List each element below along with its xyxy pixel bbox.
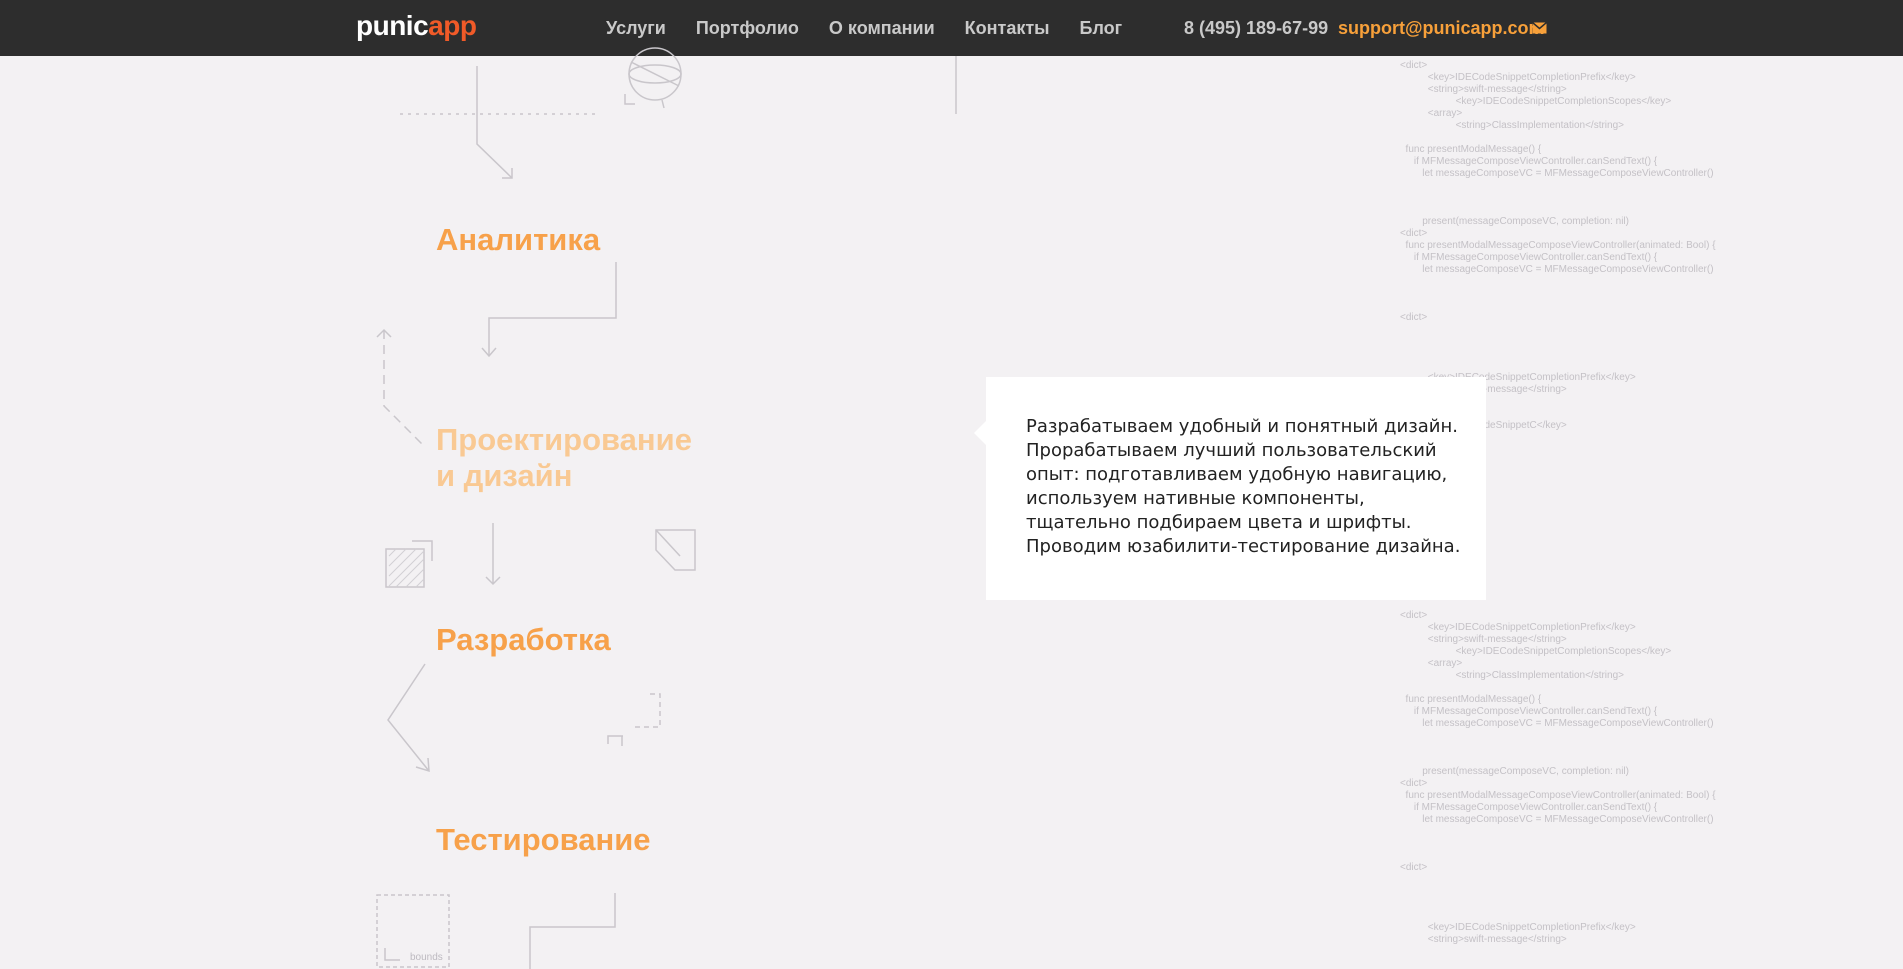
code-line: <string>swift-message</string>: [1400, 934, 1567, 945]
nav-link-portfolio[interactable]: Портфолио: [696, 18, 799, 39]
code-line: <key>IDECodeSnippetCompletionPrefix</key…: [1400, 922, 1636, 933]
code-line: present(messageComposeVC, completion: ni…: [1400, 216, 1629, 227]
code-line: <key>IDECodeSnippetCompletionPrefix</key…: [1400, 622, 1636, 633]
step-testing-label: Тестирование: [436, 822, 651, 857]
code-line: let messageComposeVC = MFMessageComposeV…: [1400, 264, 1714, 275]
step-testing[interactable]: Тестирование: [436, 822, 651, 858]
envelope-icon[interactable]: [1532, 22, 1547, 34]
code-line: <dict>: [1400, 778, 1428, 789]
description-line: тщательно подбираем цвета и шрифты.: [1026, 512, 1412, 533]
description-line: используем нативные компоненты,: [1026, 488, 1365, 509]
code-line: if MFMessageComposeViewController.canSen…: [1400, 156, 1658, 167]
phone-number[interactable]: 8 (495) 189-67-99: [1184, 18, 1328, 39]
logo[interactable]: punicapp: [356, 10, 477, 42]
code-line: <dict>: [1400, 312, 1428, 323]
code-line: <string>swift-message</string>: [1400, 84, 1567, 95]
code-line: <key>IDECodeSnippetCompletionScopes</key…: [1400, 646, 1672, 657]
code-line: <dict>: [1400, 862, 1428, 873]
code-line: func presentModalMessageComposeViewContr…: [1400, 240, 1716, 251]
code-line: if MFMessageComposeViewController.canSen…: [1400, 252, 1658, 263]
step-design[interactable]: Проектирование и дизайн: [436, 422, 692, 494]
code-background-block-1: <dict> <key>IDECodeSnippetCompletionPref…: [1400, 60, 1716, 324]
step-analytics-label: Аналитика: [436, 222, 601, 257]
code-line: <string>swift-message</string>: [1400, 634, 1567, 645]
code-line: func presentModalMessage() {: [1400, 694, 1542, 705]
main-nav: Услуги Портфолио О компании Контакты Бло…: [606, 18, 1152, 39]
code-line: if MFMessageComposeViewController.canSen…: [1400, 802, 1658, 813]
code-line: <string>ClassImplementation</string>: [1400, 120, 1624, 131]
code-line: <string>ClassImplementation</string>: [1400, 670, 1624, 681]
bounds-label: bounds: [410, 952, 443, 963]
code-line: present(messageComposeVC, completion: ni…: [1400, 766, 1629, 777]
code-line: <array>: [1400, 108, 1463, 119]
code-line: if MFMessageComposeViewController.canSen…: [1400, 706, 1658, 717]
description-line: Проводим юзабилити-тестирование дизайна.: [1026, 536, 1461, 557]
top-navbar: punicapp Услуги Портфолио О компании Кон…: [0, 0, 1903, 56]
nav-link-about[interactable]: О компании: [829, 18, 935, 39]
step-description-popover: Разрабатываем удобный и понятный дизайн.…: [974, 377, 1486, 600]
logo-text-part2: app: [428, 10, 477, 41]
code-line: <dict>: [1400, 610, 1428, 621]
code-line: func presentModalMessageComposeViewContr…: [1400, 790, 1716, 801]
nav-link-contacts[interactable]: Контакты: [965, 18, 1050, 39]
support-email-link[interactable]: support@punicapp.com: [1338, 18, 1545, 39]
step-development[interactable]: Разработка: [436, 622, 611, 658]
code-line: <dict>: [1400, 60, 1428, 71]
description-line: Разрабатываем удобный и понятный дизайн.: [1026, 416, 1458, 437]
nav-link-services[interactable]: Услуги: [606, 18, 666, 39]
step-design-label-line1: Проектирование: [436, 422, 692, 457]
description-line: опыт: подготавливаем удобную навигацию,: [1026, 464, 1448, 485]
code-line: let messageComposeVC = MFMessageComposeV…: [1400, 814, 1714, 825]
code-line: <array>: [1400, 658, 1463, 669]
nav-link-blog[interactable]: Блог: [1080, 18, 1123, 39]
step-design-label-line2: и дизайн: [436, 458, 573, 493]
step-development-label: Разработка: [436, 622, 611, 657]
code-line: <key>IDECodeSnippetCompletionScopes</key…: [1400, 96, 1672, 107]
code-background-block-3: <dict> <key>IDECodeSnippetCompletionPref…: [1400, 610, 1716, 946]
code-line: let messageComposeVC = MFMessageComposeV…: [1400, 718, 1714, 729]
code-line: let messageComposeVC = MFMessageComposeV…: [1400, 168, 1714, 179]
logo-text-part1: punic: [356, 10, 429, 41]
code-line: <key>IDECodeSnippetCompletionPrefix</key…: [1400, 72, 1636, 83]
description-line: Прорабатываем лучший пользовательский: [1026, 440, 1437, 461]
step-description-text: Разрабатываем удобный и понятный дизайн.…: [1026, 415, 1461, 559]
code-line: func presentModalMessage() {: [1400, 144, 1542, 155]
step-analytics[interactable]: Аналитика: [436, 222, 600, 258]
code-line: <dict>: [1400, 228, 1428, 239]
